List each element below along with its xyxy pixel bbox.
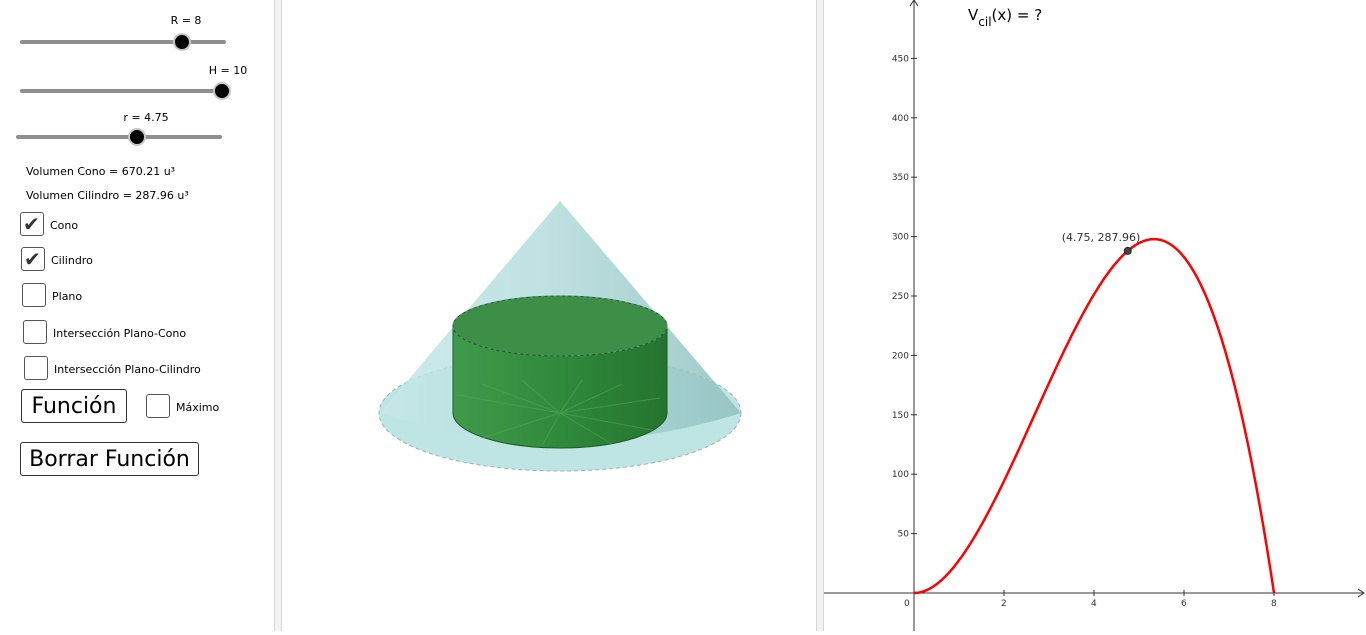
checkbox-plano-label: Plano: [52, 290, 83, 303]
slider-r[interactable]: r = 4.75: [16, 108, 222, 148]
graph-title-rest: (x) = ?: [992, 6, 1043, 24]
origin-label: 0: [904, 599, 910, 609]
graphics-2d-view[interactable]: 2 4 6 8 50 100 150 200 250 300 350 400 450 0 (4.75,…: [824, 0, 1366, 631]
x-tick-label: 8: [1271, 599, 1277, 609]
funcion-button[interactable]: Función: [21, 389, 127, 423]
slider-r-label: r = 4.75: [123, 111, 169, 124]
checkmark-icon: ✔: [24, 247, 41, 271]
slider-r-track[interactable]: [16, 135, 222, 139]
slider-R-knob[interactable]: [173, 33, 191, 51]
graph-title-sub: cil: [978, 15, 991, 29]
function-graph[interactable]: 2 4 6 8 50 100 150 200 250 300 350 400 450 0 (4.75,…: [824, 0, 1366, 631]
panel-divider-left[interactable]: [274, 0, 282, 631]
y-tick-label: 50: [898, 530, 910, 540]
y-tick-label: 200: [892, 351, 909, 361]
checkbox-cono-label: Cono: [50, 219, 79, 232]
slider-r-knob[interactable]: [128, 128, 146, 146]
checkbox-cilindro[interactable]: ✔: [21, 247, 45, 271]
checkbox-cilindro-label: Cilindro: [51, 254, 93, 267]
slider-H[interactable]: H = 10: [20, 60, 247, 100]
checkbox-interseccion-plano-cono-label: Intersección Plano-Cono: [53, 327, 187, 340]
volume-cone-text: Volumen Cono = 670.21 u³: [26, 165, 176, 178]
current-point[interactable]: [1123, 246, 1132, 255]
panel-divider-right[interactable]: [816, 0, 824, 631]
y-tick-label: 450: [892, 54, 909, 64]
y-tick-label: 100: [892, 470, 909, 480]
y-tick-label: 250: [892, 292, 909, 302]
slider-H-knob[interactable]: [213, 82, 231, 100]
checkbox-maximo-label: Máximo: [176, 401, 220, 414]
checkbox-maximo[interactable]: [146, 394, 170, 418]
graphics-3d-view[interactable]: [282, 0, 816, 631]
checkbox-interseccion-plano-cilindro[interactable]: [24, 356, 48, 380]
slider-H-track[interactable]: [20, 89, 226, 93]
checkbox-interseccion-plano-cono[interactable]: [23, 320, 47, 344]
controls-panel: R = 8 H = 10 r = 4.75 Volumen Cono = 670…: [0, 0, 274, 631]
checkmark-icon: ✔: [23, 212, 40, 236]
3d-scene[interactable]: [282, 0, 816, 631]
y-tick-label: 350: [892, 173, 909, 183]
x-tick-label: 2: [1001, 599, 1007, 609]
graph-title: Vcil(x) = ?: [968, 6, 1042, 29]
checkbox-cono[interactable]: ✔: [20, 212, 44, 236]
slider-H-label: H = 10: [208, 64, 248, 77]
volume-cylinder-text: Volumen Cilindro = 287.96 u³: [26, 189, 189, 202]
volume-curve: [913, 237, 1276, 595]
slider-R-track[interactable]: [20, 40, 226, 44]
x-tick-label: 6: [1181, 599, 1187, 609]
x-tick-label: 4: [1091, 599, 1097, 609]
slider-R-label: R = 8: [170, 14, 202, 27]
y-tick-label: 400: [892, 114, 909, 124]
slider-R[interactable]: R = 8: [20, 10, 226, 51]
point-label: (4.75, 287.96): [1062, 231, 1141, 244]
borrar-funcion-button[interactable]: Borrar Función: [20, 442, 199, 476]
y-tick-label: 150: [892, 411, 909, 421]
checkbox-interseccion-plano-cilindro-label: Intersección Plano-Cilindro: [54, 363, 201, 376]
y-tick-label: 300: [892, 233, 909, 243]
checkbox-plano[interactable]: [22, 283, 46, 307]
